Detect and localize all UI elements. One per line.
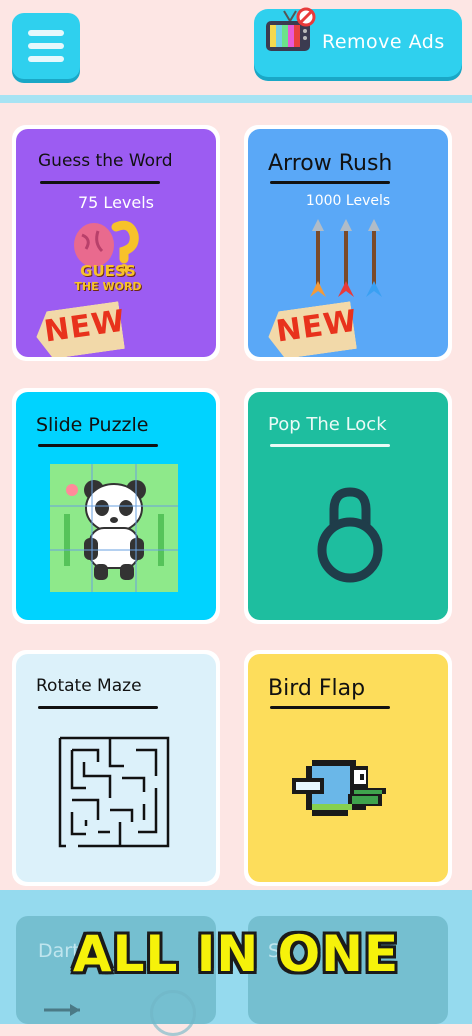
game-title: Slide Puzzle: [36, 414, 149, 436]
level-count: 1000 Levels: [305, 193, 391, 209]
dart-icon: [44, 1004, 80, 1016]
game-card-slide-puzzle[interactable]: Slide Puzzle: [12, 388, 220, 624]
level-count: 75 Levels: [77, 193, 154, 212]
game-card-rotate-maze[interactable]: Rotate Maze: [12, 650, 220, 886]
dartboard-icon: [150, 990, 196, 1036]
game-title: Guess the Word: [38, 151, 173, 171]
panda-puzzle-icon: [50, 464, 178, 592]
arrows-icon: [310, 219, 382, 297]
top-bar: Remove Ads: [0, 0, 472, 95]
game-card-pop-the-lock[interactable]: Pop The Lock: [244, 388, 452, 624]
remove-ads-button[interactable]: Remove Ads: [254, 7, 462, 77]
hamburger-menu-icon: [28, 30, 64, 36]
header-divider: [0, 95, 472, 103]
guess-the-word-logo-text: GUESS THE WORD: [74, 262, 142, 293]
menu-button[interactable]: [12, 13, 80, 79]
game-title: Arrow Rush: [268, 151, 393, 176]
padlock-icon: [317, 487, 383, 583]
maze-icon: [58, 736, 170, 848]
game-title: Rotate Maze: [36, 676, 142, 696]
remove-ads-label: Remove Ads: [322, 31, 445, 53]
all-in-one-banner: ALL IN ONE: [72, 925, 400, 983]
game-card-arrow-rush[interactable]: Arrow Rush 1000 Levels NEW: [244, 125, 452, 361]
game-card-guess-the-word[interactable]: Guess the Word 75 Levels GUESS THE WORD …: [12, 125, 220, 361]
game-title: Bird Flap: [268, 676, 366, 701]
game-title: Pop The Lock: [268, 414, 387, 435]
pixel-bird-icon: [292, 760, 386, 816]
game-card-bird-flap[interactable]: Bird Flap: [244, 650, 452, 886]
no-ads-tv-icon: [266, 7, 316, 51]
